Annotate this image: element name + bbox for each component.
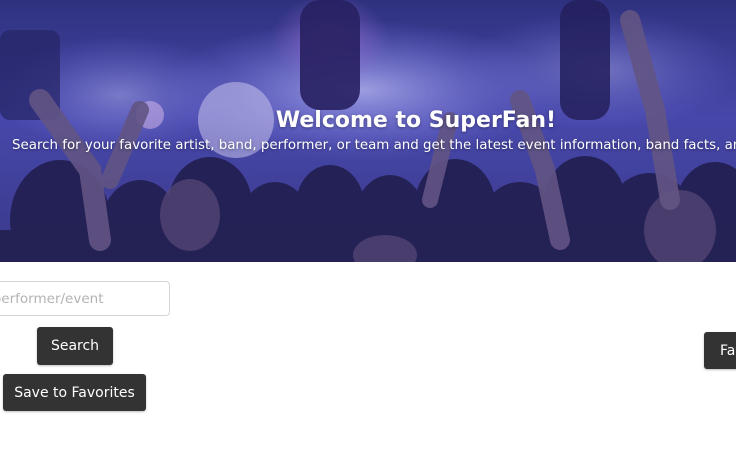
- save-to-favorites-button[interactable]: Save to Favorites: [3, 374, 146, 411]
- hero-title: Welcome to SuperFan!: [275, 108, 557, 133]
- search-button[interactable]: Search: [37, 327, 113, 365]
- hero-banner: Welcome to SuperFan! Search for your fav…: [0, 0, 736, 262]
- hero-subtitle: Search for your favorite artist, band, p…: [12, 138, 736, 153]
- favorites-button[interactable]: Favorites: [704, 332, 736, 369]
- page: Welcome to SuperFan! Search for your fav…: [0, 0, 736, 452]
- search-input[interactable]: [0, 281, 170, 316]
